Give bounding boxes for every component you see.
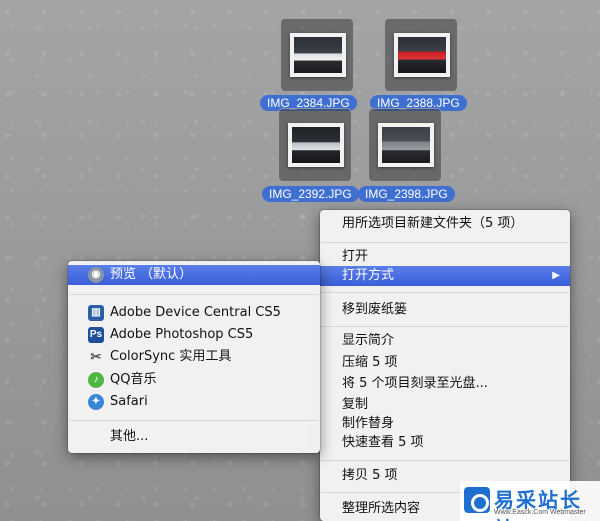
submenu-item-colorsync-utility[interactable]: ✂ ColorSync 实用工具 [68,347,320,367]
submenu-item-label: Adobe Photoshop CS5 [110,327,254,342]
device-central-icon: ▥ [88,305,104,321]
menu-item-duplicate[interactable]: 复制 [320,395,570,415]
submenu-item-label: QQ音乐 [110,372,157,387]
menu-item-move-to-trash[interactable]: 移到废纸篓 [320,300,570,320]
submenu-item-label: Adobe Device Central CS5 [110,305,281,320]
thumbnail [290,33,346,77]
menu-separator [321,242,569,243]
menu-item-quick-look[interactable]: 快速查看 5 项 [320,433,570,453]
menu-item-compress[interactable]: 压缩 5 项 [320,353,570,373]
file-thumbnail-frame [368,108,442,182]
menu-item-burn-to-disc[interactable]: 将 5 个项目刻录至光盘... [320,374,570,394]
watermark-subtitle: Www.Easck.Com Webmaster [494,509,586,516]
watermark-logo-icon [464,487,490,513]
thumbnail [378,123,434,167]
menu-separator [321,460,569,461]
qq-music-icon: ♪ [88,372,104,388]
menu-separator [69,420,319,421]
submenu-item-label: Safari [110,394,148,409]
file-thumbnail-frame [384,18,458,92]
menu-separator [321,326,569,327]
file-thumbnail-frame [278,108,352,182]
submenu-arrow-icon: ▶ [552,270,560,281]
preview-icon: ◉ [88,267,104,283]
submenu-item-safari[interactable]: ✦ Safari [68,392,320,412]
photoshop-icon: Ps [88,327,104,343]
submenu-item-qq-music[interactable]: ♪ QQ音乐 [68,370,320,390]
submenu-item-label: ColorSync 实用工具 [110,349,232,364]
menu-separator [321,292,569,293]
submenu-item-preview[interactable]: ◉ 预览 （默认） [68,265,320,285]
file-name-label: IMG_2398.JPG [358,186,455,202]
submenu-item-other[interactable]: 其他... [68,427,320,447]
menu-item-open-with[interactable]: 打开方式 ▶ [320,266,570,286]
thumbnail [288,123,344,167]
menu-item-new-folder-with-selection[interactable]: 用所选项目新建文件夹（5 项） [320,214,570,234]
file-name-label: IMG_2392.JPG [262,186,359,202]
menu-item-get-info[interactable]: 显示简介 [320,331,570,351]
menu-separator [69,294,319,295]
file-thumbnail-frame [280,18,354,92]
thumbnail [394,33,450,77]
menu-item-make-alias[interactable]: 制作替身 [320,414,570,434]
menu-item-open[interactable]: 打开 [320,247,570,267]
submenu-item-adobe-device-central[interactable]: ▥ Adobe Device Central CS5 [68,303,320,323]
open-with-submenu: ◉ 预览 （默认） ▥ Adobe Device Central CS5 Ps … [68,261,320,453]
colorsync-icon: ✂ [90,349,102,364]
watermark: 易采站长站 Www.Easck.Com Webmaster [460,481,600,521]
menu-item-label: 打开方式 [342,268,395,283]
safari-icon: ✦ [88,394,104,410]
submenu-item-label: 预览 （默认） [110,267,193,282]
submenu-item-adobe-photoshop[interactable]: Ps Adobe Photoshop CS5 [68,325,320,345]
context-menu: 用所选项目新建文件夹（5 项） 打开 打开方式 ▶ 移到废纸篓 显示简介 压缩 … [320,210,570,521]
